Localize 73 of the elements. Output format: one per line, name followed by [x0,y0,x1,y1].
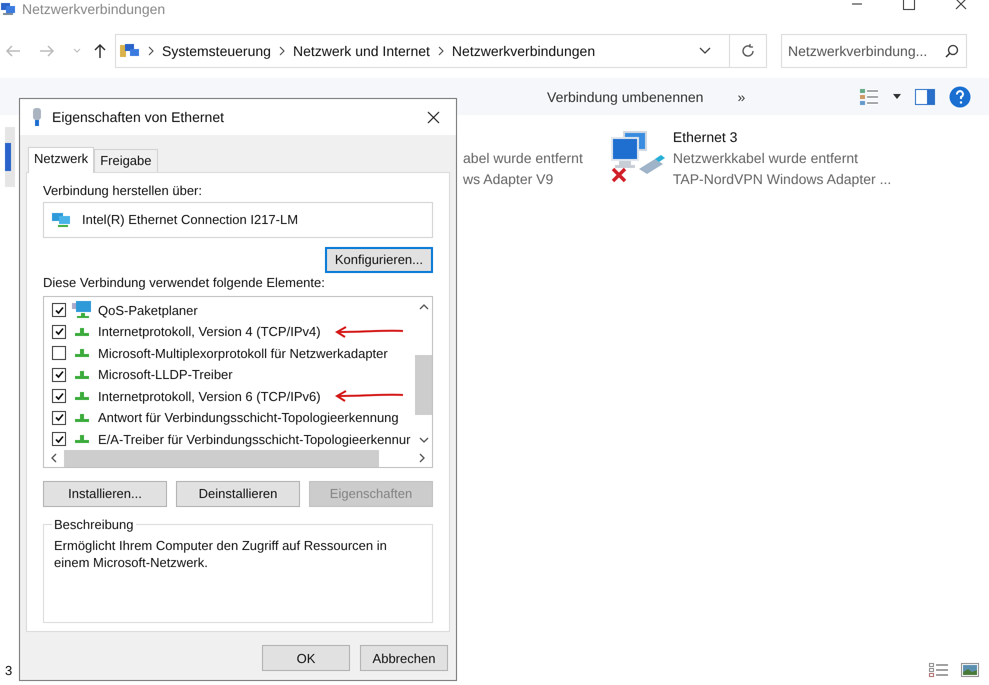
dialog-title: Eigenschaften von Ethernet [52,109,224,125]
toolbar-button[interactable]: » [737,88,746,104]
connection-name: Ethernet 3 [672,128,738,147]
scroll-right-icon[interactable] [418,453,426,464]
checkbox[interactable] [52,432,66,446]
checkbox[interactable] [52,324,66,339]
toolbar-button[interactable]: Verbindung umbenennen [547,88,704,104]
item-count: 3 [5,662,12,678]
network-computers-icon [52,210,72,229]
group-label: Beschreibung [52,516,136,532]
checkbox[interactable] [52,410,66,425]
network-icon [120,42,140,60]
checkbox[interactable] [52,368,66,382]
adapter-name: TAP-NordVPN Windows Adapter ... [672,170,892,189]
element-label[interactable]: Antwort für Verbindungsschicht-Topologieerkennung [98,410,399,426]
connection-status: abel wurde entfernt [463,149,583,168]
protocol-icon [75,392,89,400]
large-icons-view-icon[interactable] [961,663,979,677]
connection-item[interactable] [5,127,15,187]
section-label: Diese Verbindung verwendet folgende Elemente: [43,274,326,290]
breadcrumb[interactable]: Netzwerkverbindungen [452,43,596,59]
preview-pane-icon[interactable] [915,88,935,104]
checkbox[interactable] [52,389,66,404]
connection-status: Netzwerkkabel wurde entfernt [672,149,860,168]
protocol-icon [75,435,89,444]
search-icon [945,44,959,58]
tab[interactable]: Freigabe [94,149,158,172]
action-button[interactable]: Deinstallieren [176,480,300,507]
caret-icon[interactable] [893,94,901,100]
adapter-name: ws Adapter V9 [463,170,554,189]
protocol-icon [75,328,89,336]
network-icon [0,2,16,16]
computer-icon [72,301,92,320]
scroll-down-icon[interactable] [418,436,428,444]
action-button[interactable]: Installieren... [43,480,167,507]
window-title: Netzwerkverbindungen [22,1,166,17]
view-options-icon[interactable] [859,88,879,106]
tab[interactable]: Netzwerk [28,147,94,173]
dialog-button[interactable]: OK [262,645,350,671]
description-text: Ermöglicht Ihrem Computer den Zugriff auf Ressourcen in einem Microsoft-Netzwerk. [54,536,388,571]
refresh-icon [740,43,756,59]
search-field[interactable]: Netzwerkverbindung... [781,34,967,68]
breadcrumb[interactable]: Netzwerk und Internet [292,43,430,59]
up-arrow-icon[interactable] [93,43,107,59]
protocol-icon [75,414,89,422]
details-view-icon[interactable] [929,663,949,677]
address-bar[interactable]: Systemsteuerung Netzwerk und Internet Netzwerkverbindungen [115,34,767,68]
element-label[interactable]: Microsoft-LLDP-Treiber [98,367,233,382]
close-icon[interactable] [955,0,967,10]
ethernet-plug-icon [32,108,42,126]
adapter-name: Intel(R) Ethernet Connection I217-LM [82,212,298,228]
protocol-icon [75,370,89,379]
element-label[interactable]: Microsoft-Multiplexorprotokoll für Netzwerkadapter [98,346,388,361]
maximize-icon[interactable] [903,0,915,10]
chevron-icon [438,46,444,56]
scroll-left-icon[interactable] [50,453,58,464]
checkbox[interactable] [52,303,66,318]
protocol-icon [75,349,89,358]
element-label[interactable]: Internetprotokoll, Version 6 (TCP/IPv6) [98,388,321,404]
chevron-icon [148,46,154,56]
help-icon[interactable] [949,86,971,108]
checkbox[interactable] [52,346,66,360]
section-label: Verbindung herstellen über: [43,183,204,198]
configure-button[interactable]: Konfigurieren... [324,246,433,273]
dialog-button[interactable]: Abbrechen [360,645,448,671]
scroll-up-icon[interactable] [418,302,428,311]
element-label[interactable]: QoS-Paketplaner [98,302,198,318]
element-label[interactable]: E/A-Treiber für Verbindungsschicht-Topologieerkennur [98,432,410,447]
close-icon[interactable] [427,110,440,124]
element-label[interactable]: Internetprotokoll, Version 4 (TCP/IPv4) [98,324,321,340]
chevron-icon [278,46,285,56]
breadcrumb[interactable]: Systemsteuerung [162,43,271,59]
dropdown-caret-icon[interactable] [699,47,711,55]
